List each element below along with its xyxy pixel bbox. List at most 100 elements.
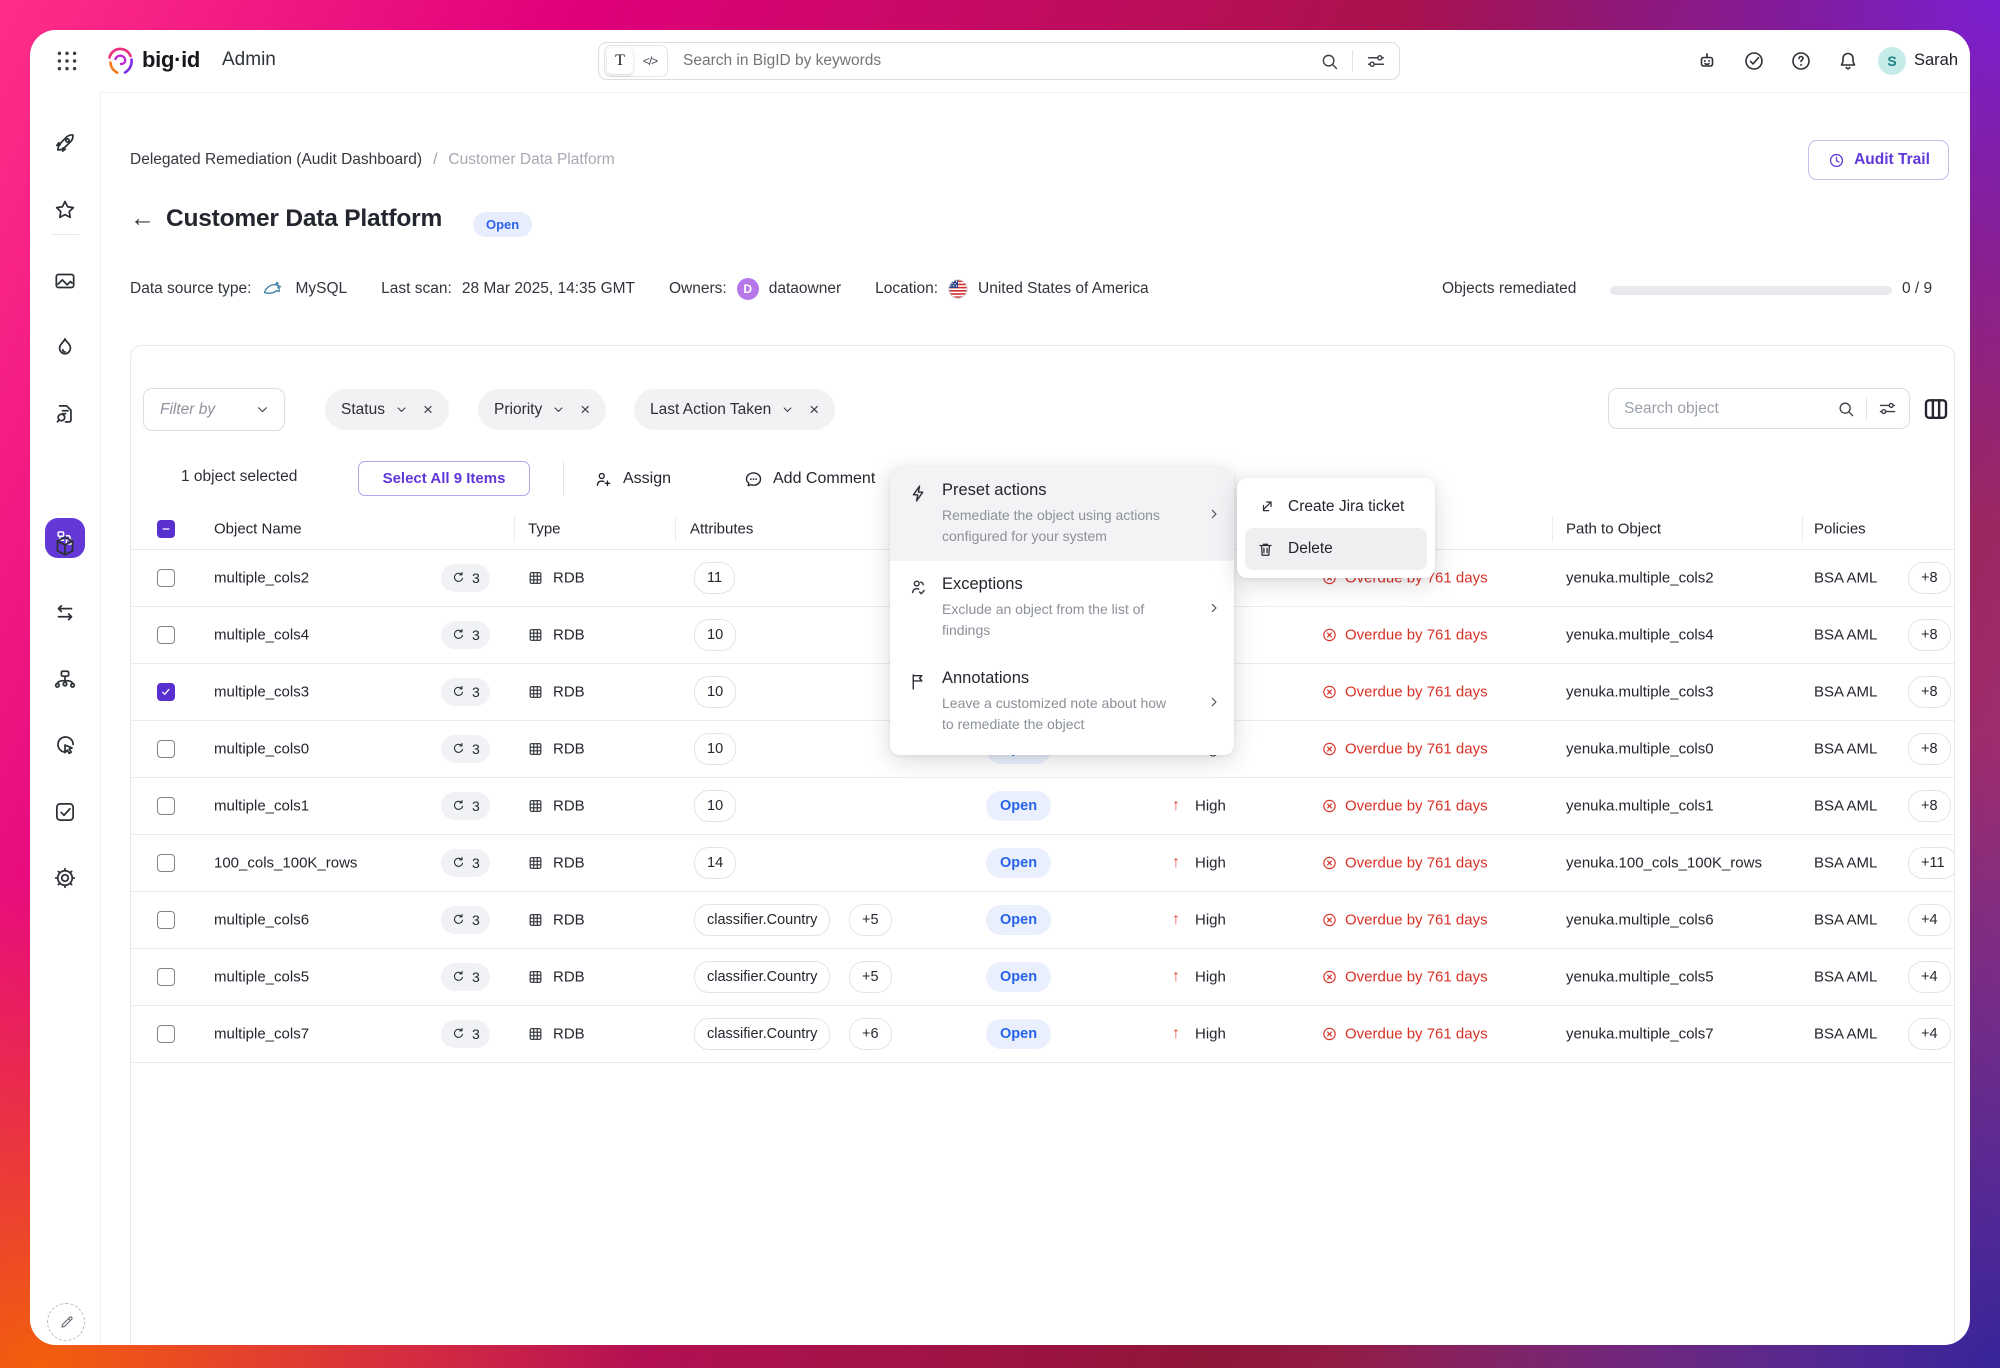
notifications-bell-icon[interactable] <box>1836 49 1860 73</box>
row-checkbox[interactable] <box>157 797 175 815</box>
attributes-more-pill[interactable]: +5 <box>849 961 892 993</box>
attributes-pill[interactable]: 10 <box>694 676 736 708</box>
manage-columns-icon[interactable] <box>1921 394 1951 424</box>
search-object-input[interactable] <box>1622 399 1836 419</box>
attributes-pill[interactable]: classifier.Country <box>694 904 830 936</box>
back-arrow[interactable]: ← <box>130 206 155 231</box>
policies-more-pill[interactable]: +8 <box>1908 619 1951 651</box>
table-row[interactable]: 100_cols_100K_rows 3 RDB 14 Open ↑ High … <box>131 834 1955 892</box>
select-all-checkbox[interactable] <box>157 520 175 538</box>
search-mode-toggle[interactable]: T </> <box>604 45 668 77</box>
attributes-more-pill[interactable]: +6 <box>849 1018 892 1050</box>
attributes-pill[interactable]: 10 <box>694 790 736 822</box>
object-name[interactable]: multiple_cols2 <box>214 569 309 586</box>
menu-item-annotations[interactable]: Annotations Leave a customized note abou… <box>890 655 1234 749</box>
close-icon[interactable]: × <box>423 400 433 420</box>
attributes-pill[interactable]: 14 <box>694 847 736 879</box>
object-name[interactable]: multiple_cols1 <box>214 797 309 814</box>
object-name[interactable]: multiple_cols6 <box>214 911 309 928</box>
user-avatar[interactable]: S <box>1878 47 1906 75</box>
submenu-item-delete[interactable]: Delete <box>1245 528 1427 570</box>
text-mode-button[interactable]: T <box>607 48 633 74</box>
attributes-pill[interactable]: 10 <box>694 619 736 651</box>
sidebar-rocket-icon[interactable] <box>52 130 78 156</box>
search-object-field[interactable] <box>1608 388 1910 429</box>
filter-by-dropdown[interactable]: Filter by <box>143 388 285 431</box>
attributes-pill[interactable]: classifier.Country <box>694 961 830 993</box>
policies-more-pill[interactable]: +8 <box>1908 676 1951 708</box>
column-header-path[interactable]: Path to Object <box>1566 521 1661 538</box>
attributes-more-pill[interactable]: +5 <box>849 904 892 936</box>
object-name[interactable]: multiple_cols7 <box>214 1025 309 1042</box>
code-mode-button[interactable]: </> <box>635 48 665 74</box>
search-icon[interactable] <box>1836 399 1856 419</box>
attributes-pill[interactable]: 11 <box>694 562 735 594</box>
sidebar-compliance-check-icon[interactable] <box>52 799 78 825</box>
attributes-pill[interactable]: 10 <box>694 733 736 765</box>
audit-trail-button[interactable]: Audit Trail <box>1808 140 1949 180</box>
help-icon[interactable] <box>1789 49 1813 73</box>
add-comment-button[interactable]: Add Comment <box>743 459 875 499</box>
global-search-input[interactable] <box>681 51 1319 71</box>
table-row[interactable]: multiple_cols1 3 RDB 10 Open ↑ High Over… <box>131 777 1955 835</box>
attributes-pill[interactable]: classifier.Country <box>694 1018 830 1050</box>
row-checkbox[interactable] <box>157 911 175 929</box>
sidebar-catalog-search-icon[interactable] <box>52 401 78 427</box>
advanced-filter-icon[interactable] <box>1877 398 1898 419</box>
select-all-button[interactable]: Select All 9 Items <box>358 461 530 496</box>
search-icon[interactable] <box>1319 51 1340 72</box>
feedback-edit-button[interactable] <box>47 1303 85 1341</box>
close-icon[interactable]: × <box>809 400 819 420</box>
tasks-check-icon[interactable] <box>1742 49 1766 73</box>
app-launcher-icon[interactable] <box>54 48 80 74</box>
policies-more-pill[interactable]: +4 <box>1908 904 1951 936</box>
global-search-bar[interactable]: T </> <box>598 42 1400 80</box>
row-checkbox-checked[interactable] <box>157 683 175 701</box>
sidebar-settings-gear-icon[interactable] <box>52 865 78 891</box>
sidebar-dashboard-icon[interactable] <box>52 268 78 294</box>
sidebar-access-cursor-icon[interactable] <box>52 732 78 758</box>
chevron-down-icon[interactable] <box>780 402 795 417</box>
table-row[interactable]: multiple_cols7 3 RDB classifier.Country … <box>131 1005 1955 1063</box>
row-checkbox[interactable] <box>157 569 175 587</box>
table-row[interactable]: multiple_cols5 3 RDB classifier.Country … <box>131 948 1955 1006</box>
policies-more-pill[interactable]: +4 <box>1908 1018 1951 1050</box>
filter-chip-last-action-taken[interactable]: Last Action Taken × <box>634 389 835 430</box>
column-header-object-name[interactable]: Object Name <box>214 521 302 538</box>
owner-avatar[interactable]: D <box>737 278 759 300</box>
assign-button[interactable]: Assign <box>593 459 671 499</box>
column-header-attributes[interactable]: Attributes <box>690 521 753 538</box>
table-row[interactable]: multiple_cols6 3 RDB classifier.Country … <box>131 891 1955 949</box>
policies-more-pill[interactable]: +8 <box>1908 790 1951 822</box>
policies-more-pill[interactable]: +4 <box>1908 961 1951 993</box>
sidebar-hotspots-icon[interactable] <box>52 334 78 360</box>
user-name[interactable]: Sarah <box>1914 51 1958 70</box>
row-checkbox[interactable] <box>157 740 175 758</box>
menu-item-exceptions[interactable]: Exceptions Exclude an object from the li… <box>890 561 1234 655</box>
breadcrumb-parent[interactable]: Delegated Remediation (Audit Dashboard) <box>130 151 422 169</box>
sidebar-data-network-icon[interactable] <box>52 666 78 692</box>
row-checkbox[interactable] <box>157 626 175 644</box>
row-checkbox[interactable] <box>157 854 175 872</box>
sidebar-data-flows-icon[interactable] <box>52 600 78 626</box>
object-name[interactable]: multiple_cols5 <box>214 968 309 985</box>
filter-chip-priority[interactable]: Priority × <box>478 389 606 430</box>
chevron-down-icon[interactable] <box>551 402 566 417</box>
row-checkbox[interactable] <box>157 1025 175 1043</box>
sidebar-favorites-star-icon[interactable] <box>52 197 78 223</box>
object-name[interactable]: 100_cols_100K_rows <box>214 854 357 871</box>
column-header-policies[interactable]: Policies <box>1814 521 1866 538</box>
search-filter-icon[interactable] <box>1365 50 1387 72</box>
chevron-down-icon[interactable] <box>394 402 409 417</box>
assistant-bot-icon[interactable] <box>1695 49 1719 73</box>
menu-item-preset-actions[interactable]: Preset actions Remediate the object usin… <box>890 467 1234 561</box>
policies-more-pill[interactable]: +8 <box>1908 733 1951 765</box>
row-checkbox[interactable] <box>157 968 175 986</box>
column-header-type[interactable]: Type <box>528 521 561 538</box>
object-name[interactable]: multiple_cols0 <box>214 740 309 757</box>
object-name[interactable]: multiple_cols3 <box>214 683 309 700</box>
close-icon[interactable]: × <box>580 400 590 420</box>
policies-more-pill[interactable]: +11 <box>1908 847 1955 879</box>
submenu-item-create-jira-ticket[interactable]: Create Jira ticket <box>1245 486 1427 528</box>
filter-chip-status[interactable]: Status × <box>325 389 449 430</box>
